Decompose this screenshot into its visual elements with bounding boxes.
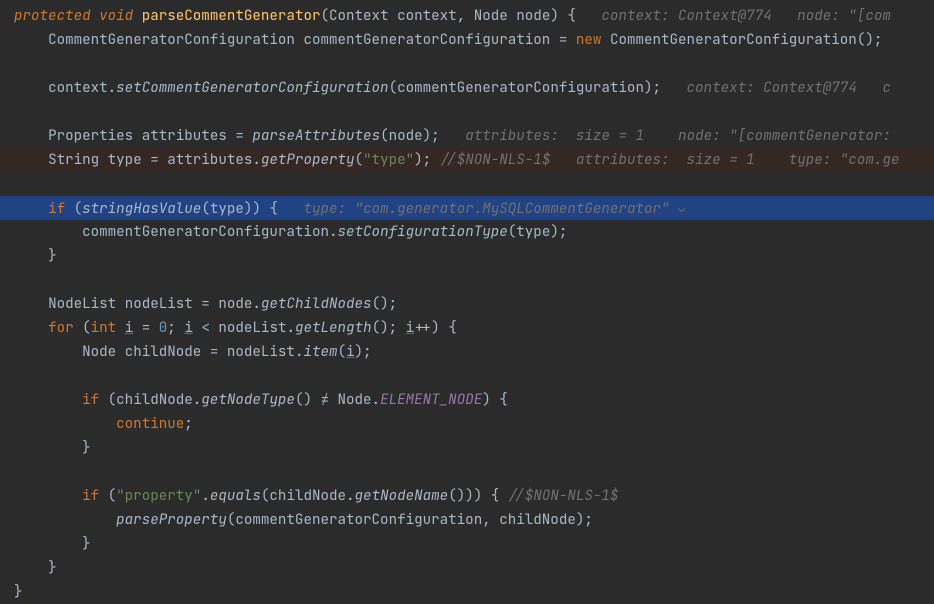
inlay-hint: type: "com.ge: [789, 151, 900, 169]
code-line: CommentGeneratorConfiguration commentGen…: [0, 28, 934, 52]
comment: //$NON-NLS-1$: [431, 151, 550, 169]
code-line: }: [0, 556, 934, 580]
code-line: context.setCommentGeneratorConfiguration…: [0, 76, 934, 100]
code-line: }: [0, 580, 934, 604]
chevron-down-icon[interactable]: ⌄: [678, 196, 685, 220]
code-line: [0, 364, 934, 388]
code-line: }: [0, 244, 934, 268]
code-line: Node childNode = nodeList.item(i);: [0, 340, 934, 364]
code-line: }: [0, 532, 934, 556]
inlay-hint: attributes: size = 1: [576, 151, 755, 169]
code-line: if (childNode.getNodeType() ≠ Node.ELEME…: [0, 388, 934, 412]
inlay-hint: context: Context@774: [601, 7, 771, 25]
code-line: [0, 52, 934, 76]
code-editor[interactable]: protected void parseCommentGenerator(Con…: [0, 0, 934, 599]
inlay-hint: context: Context@774: [687, 79, 857, 97]
code-line: }: [0, 436, 934, 460]
code-line-current: if (stringHasValue(type)) { type: "com.g…: [0, 196, 934, 220]
code-line-highlighted: String type = attributes.getProperty("ty…: [0, 148, 934, 172]
code-line: continue;: [0, 412, 934, 436]
code-line: [0, 172, 934, 196]
code-line: commentGeneratorConfiguration.setConfigu…: [0, 220, 934, 244]
code-line: [0, 460, 934, 484]
inlay-hint: type: "com.generator.MySQLCommentGenerat…: [303, 200, 669, 218]
code-line: [0, 268, 934, 292]
code-line: parseProperty(commentGeneratorConfigurat…: [0, 508, 934, 532]
code-line: [0, 100, 934, 124]
code-line: if ("property".equals(childNode.getNodeN…: [0, 484, 934, 508]
code-line: protected void parseCommentGenerator(Con…: [0, 4, 934, 28]
inlay-hint: c: [882, 79, 891, 97]
comment: //$NON-NLS-1$: [508, 487, 619, 505]
inlay-hint: attributes: size = 1: [465, 127, 644, 145]
inlay-hint: node: "[commentGenerator:: [678, 127, 899, 145]
code-line: NodeList nodeList = node.getChildNodes()…: [0, 292, 934, 316]
code-line: for (int i = 0; i < nodeList.getLength()…: [0, 316, 934, 340]
inlay-hint: node: "[com: [797, 7, 891, 25]
code-line: Properties attributes = parseAttributes(…: [0, 124, 934, 148]
